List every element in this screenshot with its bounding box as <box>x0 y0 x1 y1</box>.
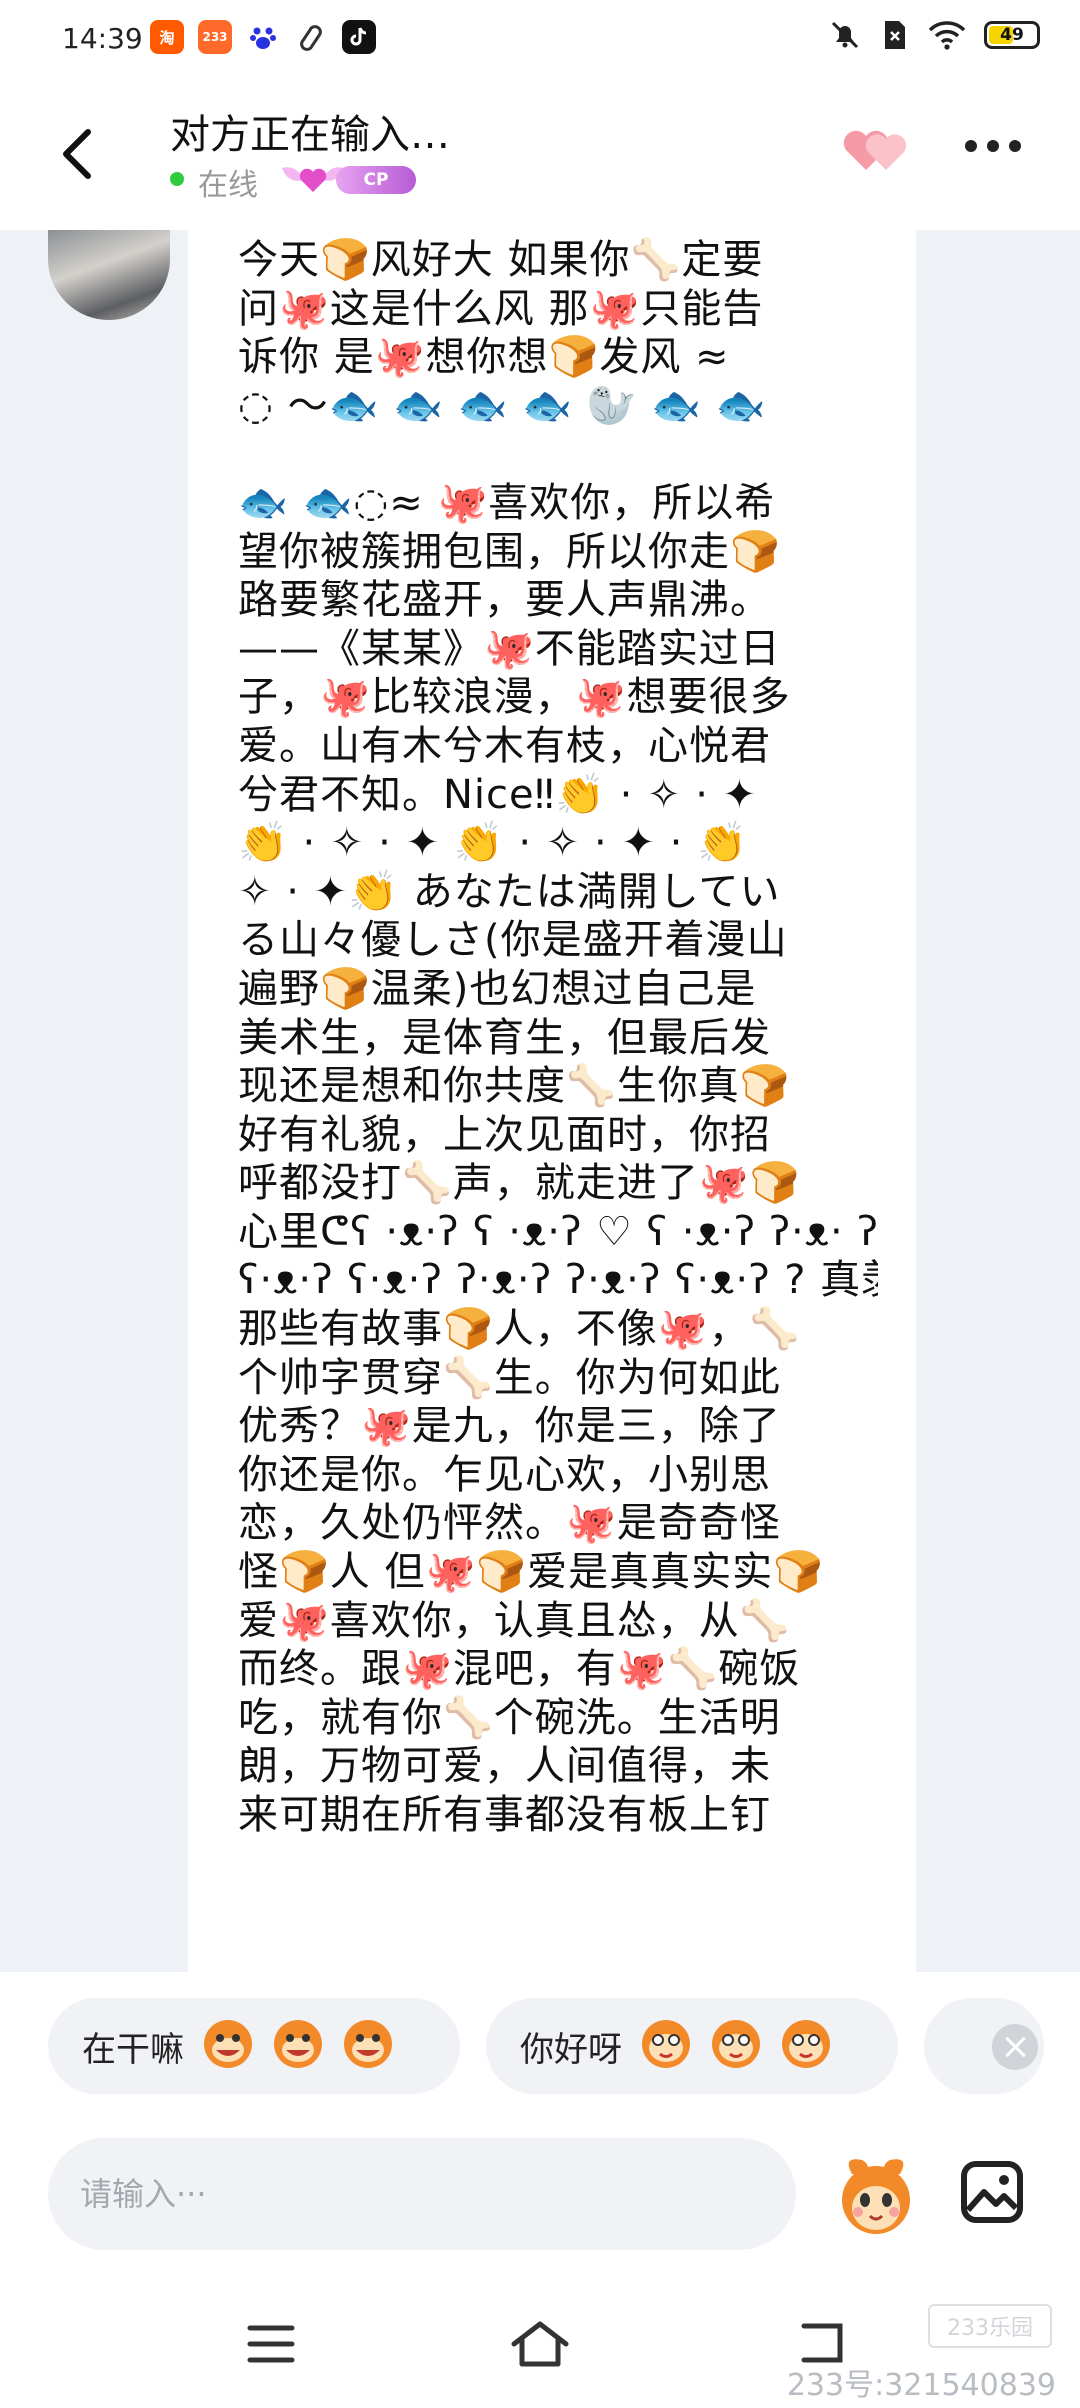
message-line: 你还是你。乍见心欢，小别思 <box>238 1451 771 1498</box>
image-button[interactable] <box>960 2160 1024 2224</box>
cp-badge[interactable]: CP <box>278 158 420 198</box>
message-line: 朗，万物可爱，人间值得，未 <box>238 1743 771 1790</box>
message-text: 今天🍞风好大 如果你🦴定要 问🐙这是什么风 那🐙只能告 诉你 是🐙想你想🍞发风 ≈ ◌… <box>238 236 878 1840</box>
dot-icon <box>965 140 977 152</box>
message-line: 个帅字贯穿🦴生。你为何如此 <box>238 1354 781 1401</box>
online-status: 在线 <box>198 168 258 203</box>
mascot-emoji-button[interactable] <box>832 2152 920 2240</box>
status-time: 14:39 <box>62 22 143 55</box>
notification-icons: 淘 233 <box>150 20 376 54</box>
battery-icon: 49 <box>984 21 1040 49</box>
message-input[interactable] <box>48 2138 796 2250</box>
watermark-logo: 233乐园 <box>928 2304 1052 2348</box>
status-right: 49 <box>828 18 1040 52</box>
sim-off-icon <box>885 21 905 49</box>
quick-reply-text: 你好呀 <box>520 2029 622 2070</box>
link-icon <box>294 20 328 54</box>
status-bar: 14:39 淘 233 49 <box>0 0 1080 80</box>
message-line: 吃，就有你🦴个碗洗。生活明 <box>238 1694 781 1741</box>
message-line: 现还是想和你共度🦴生你真🍞 <box>238 1063 791 1110</box>
message-line: 子，🐙比较浪漫，🐙想要很多 <box>238 674 791 721</box>
message-line: 路要繁花盛开，要人声鼎沸。 <box>238 577 771 624</box>
message-line: 诉你 是🐙想你想🍞发风 ≈ <box>238 334 730 381</box>
message-line: 美术生，是体育生，但最后发 <box>238 1014 771 1061</box>
message-line: 爱🐙喜欢你，认真且怂，从🦴 <box>238 1597 791 1644</box>
message-line: 来可期在所有事都没有板上钉 <box>238 1792 771 1838</box>
message-line: る山々優しさ(你是盛开着漫山 <box>238 917 788 964</box>
message-line: 问🐙这是什么风 那🐙只能告 <box>238 285 764 332</box>
message-line: 呼都没打🦴声，就走进了🐙🍞 <box>238 1160 801 1207</box>
message-line: 望你被簇拥包围，所以你走🍞 <box>238 528 781 575</box>
message-line: 好有礼貌，上次见面时，你招 <box>238 1111 771 1158</box>
message-line: ◌ ～🐟 🐟 🐟 🐟 🦭 🐟 🐟 <box>238 382 767 429</box>
intimacy-hearts-icon[interactable] <box>840 124 912 176</box>
message-line <box>238 430 878 479</box>
message-line: 怪🍞人 但🐙🍞爱是真真实实🍞 <box>238 1549 824 1596</box>
tiktok-icon <box>342 20 376 54</box>
menu-icon[interactable] <box>246 2322 296 2366</box>
message-line: 遍野🍞温柔)也幻想过自己是 <box>238 965 757 1012</box>
message-bubble[interactable]: 今天🍞风好大 如果你🦴定要 问🐙这是什么风 那🐙只能告 诉你 是🐙想你想🍞发风 ≈ ◌… <box>188 230 916 1972</box>
message-line: 而终。跟🐙混吧，有🐙🦴碗饭 <box>238 1646 801 1693</box>
message-line: 今天🍞风好大 如果你🦴定要 <box>238 237 764 283</box>
input-bar <box>0 2122 1080 2292</box>
watermark-id: 233号:321540839 <box>786 2368 1056 2403</box>
message-line: 那些有故事🍞人，不像🐙，🦴 <box>238 1306 801 1353</box>
quick-replies: 在干嘛 你好呀 <box>0 1972 1080 2122</box>
baidu-icon <box>246 20 280 54</box>
taobao-icon: 淘 <box>150 20 184 54</box>
avatar[interactable] <box>48 230 170 320</box>
more-options-button[interactable] <box>965 140 1021 152</box>
mute-icon <box>831 21 859 49</box>
quick-reply-text: 在干嘛 <box>82 2029 184 2070</box>
message-line: 心里ᕦʕ ·ᴥ·ʔ ʕ ·ᴥ·ʔ ♡ ʕ ·ᴥ·ʔ ʔ·ᴥ· ʔ <box>238 1208 878 1255</box>
close-quick-replies-button[interactable] <box>992 2024 1038 2070</box>
cp-label: CP <box>336 166 416 194</box>
laughing-monkey-icon <box>198 2012 398 2081</box>
message-line: ʕ·ᴥ·ʔ ʕ·ᴥ·ʔ ʔ·ᴥ·ʔ ʔ·ᴥ·ʔ ʕ·ᴥ·ʔ ? 真羡慕 <box>238 1257 878 1304</box>
chat-title: 对方正在输入… <box>170 112 450 158</box>
back-button[interactable] <box>58 124 98 184</box>
message-line: ✧ · ✦👏 あなたは満開してい <box>238 868 781 915</box>
chat-header: 对方正在输入… 在线 CP <box>0 80 1080 230</box>
dot-icon <box>1009 140 1021 152</box>
system-nav-bar: 233乐园 233号:321540839 <box>0 2292 1080 2408</box>
smiling-monkey-icon <box>636 2012 836 2081</box>
wifi-icon <box>928 21 966 50</box>
home-icon[interactable] <box>508 2318 572 2370</box>
message-line: 爱。山有木兮木有枝，心悦君 <box>238 722 771 769</box>
message-line: ——《某某》🐙不能踏实过日 <box>238 625 781 672</box>
online-indicator <box>170 172 184 186</box>
message-line: 恋，久处仍怦然。🐙是奇奇怪 <box>238 1500 781 1547</box>
app-233-icon: 233 <box>198 20 232 54</box>
quick-reply-chip[interactable]: 在干嘛 <box>48 1998 460 2094</box>
message-line: 兮君不知。Nice‼👏 · ✧ · ✦ <box>238 771 758 818</box>
message-line: 👏 · ✧ · ✦ 👏 · ✧ · ✦ · 👏 <box>238 820 748 867</box>
battery-level: 49 <box>1000 25 1024 45</box>
quick-reply-chip[interactable]: 你好呀 <box>486 1998 898 2094</box>
message-line: 🐟 🐟◌≈ 🐙喜欢你，所以希 <box>238 479 776 526</box>
chat-area[interactable]: 今天🍞风好大 如果你🦴定要 问🐙这是什么风 那🐙只能告 诉你 是🐙想你想🍞发风 ≈ ◌… <box>0 230 1080 1972</box>
dot-icon <box>987 140 999 152</box>
message-line: 优秀？🐙是九，你是三，除了 <box>238 1403 781 1450</box>
